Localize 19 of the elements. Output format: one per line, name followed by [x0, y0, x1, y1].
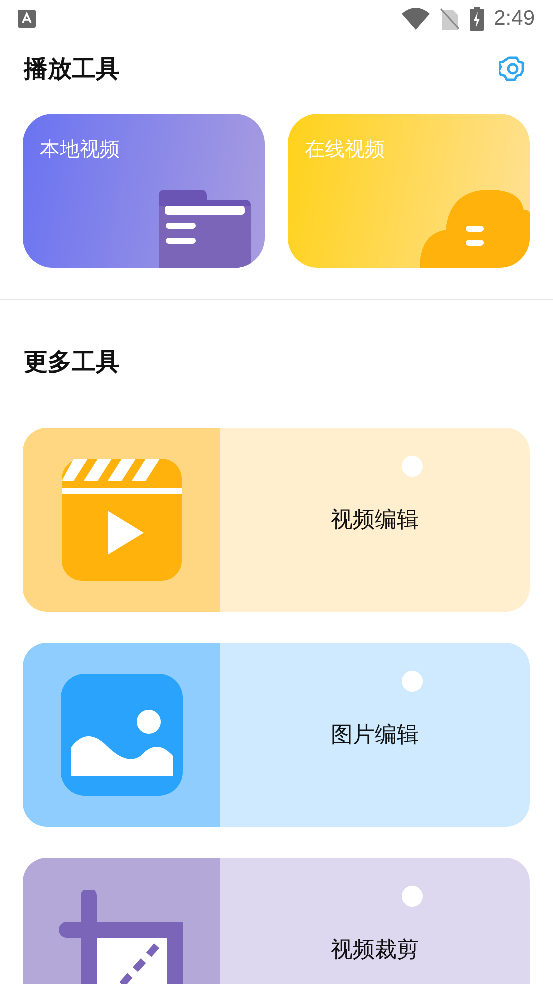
- card-label: 本地视频: [40, 136, 120, 163]
- section-title: 播放工具: [24, 54, 120, 85]
- wifi-icon: [402, 8, 430, 30]
- tool-label: 图片编辑: [331, 722, 419, 750]
- tool-label: 视频编辑: [331, 507, 419, 535]
- video-play-icon: [62, 459, 182, 581]
- dot-decoration: [402, 456, 423, 477]
- tool-label: 视频裁剪: [331, 937, 419, 965]
- clock-time: 2:49: [494, 7, 535, 31]
- section-title: 更多工具: [24, 348, 120, 376]
- card-label: 在线视频: [305, 136, 385, 163]
- dot-decoration: [402, 671, 423, 692]
- dot-decoration: [402, 886, 423, 907]
- settings-icon[interactable]: [499, 55, 527, 83]
- no-sim-icon: [440, 8, 460, 30]
- battery-charging-icon: [470, 7, 484, 31]
- image-icon: [60, 674, 182, 796]
- video-source-card[interactable]: 本地视频: [23, 114, 265, 268]
- keyboard-notification-icon: [18, 10, 36, 28]
